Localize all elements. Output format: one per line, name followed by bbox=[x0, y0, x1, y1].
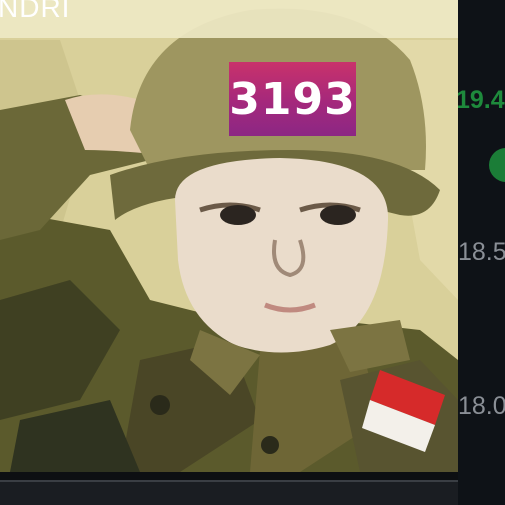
price-side-panel: 19.4 18.5 18.0 bbox=[458, 0, 505, 505]
id-badge: 3193 bbox=[229, 62, 356, 136]
axis-tick-label: 18.0 bbox=[458, 392, 505, 420]
axis-tick-label: 18.5 bbox=[458, 238, 505, 266]
title-text: NDRI bbox=[0, 0, 71, 23]
title-strip: NDRI bbox=[0, 0, 458, 38]
bottom-shade bbox=[0, 482, 458, 505]
badge-number: 3193 bbox=[229, 73, 356, 125]
photo-panel[interactable]: NDRI 3193 bbox=[0, 0, 458, 472]
current-price-value: 19.4 bbox=[458, 86, 505, 114]
status-dot-icon bbox=[489, 148, 505, 182]
bottom-bar bbox=[0, 472, 458, 505]
